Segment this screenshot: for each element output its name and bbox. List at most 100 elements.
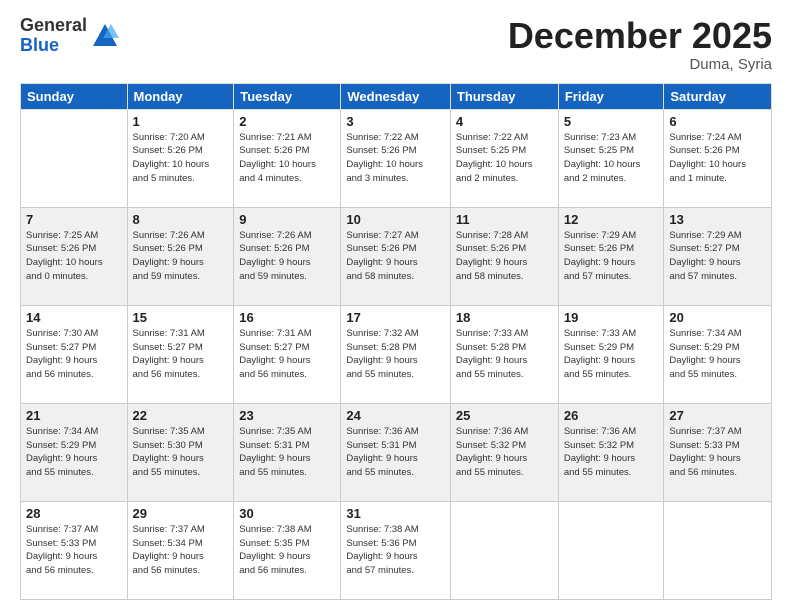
day-detail: Sunrise: 7:25 AMSunset: 5:26 PMDaylight:… bbox=[26, 229, 122, 284]
calendar-cell: 14 Sunrise: 7:30 AMSunset: 5:27 PMDayligh… bbox=[21, 305, 128, 403]
calendar-cell: 10Sunrise: 7:27 AMSunset: 5:26 PMDayligh… bbox=[341, 207, 451, 305]
day-number: 3 bbox=[346, 114, 445, 129]
day-number: 31 bbox=[346, 506, 445, 521]
weekday-header-sunday: Sunday bbox=[21, 83, 128, 109]
calendar-cell: 28 Sunrise: 7:37 AMSunset: 5:33 PMDayligh… bbox=[21, 501, 128, 599]
weekday-header-row: SundayMondayTuesdayWednesdayThursdayFrid… bbox=[21, 83, 772, 109]
day-number: 24 bbox=[346, 408, 445, 423]
day-number: 29 bbox=[133, 506, 229, 521]
header: General Blue December 2025 Duma, Syria bbox=[20, 16, 772, 73]
day-detail: Sunrise: 7:21 AMSunset: 5:26 PMDaylight:… bbox=[239, 131, 335, 186]
calendar-cell: 12Sunrise: 7:29 AMSunset: 5:26 PMDayligh… bbox=[558, 207, 664, 305]
logo: General Blue bbox=[20, 16, 119, 56]
day-detail: Sunrise: 7:31 AMSunset: 5:27 PMDaylight:… bbox=[133, 327, 229, 382]
day-number: 2 bbox=[239, 114, 335, 129]
calendar-cell: 24 Sunrise: 7:36 AMSunset: 5:31 PMDayligh… bbox=[341, 403, 451, 501]
weekday-header-tuesday: Tuesday bbox=[234, 83, 341, 109]
week-row-5: 28 Sunrise: 7:37 AMSunset: 5:33 PMDayligh… bbox=[21, 501, 772, 599]
calendar-cell: 18 Sunrise: 7:33 AMSunset: 5:28 PMDayligh… bbox=[450, 305, 558, 403]
day-detail: Sunrise: 7:27 AMSunset: 5:26 PMDaylight:… bbox=[346, 229, 445, 284]
calendar-cell: 1Sunrise: 7:20 AMSunset: 5:26 PMDaylight… bbox=[127, 109, 234, 207]
week-row-1: 1Sunrise: 7:20 AMSunset: 5:26 PMDaylight… bbox=[21, 109, 772, 207]
day-number: 5 bbox=[564, 114, 659, 129]
calendar-cell: 20 Sunrise: 7:34 AMSunset: 5:29 PMDayligh… bbox=[664, 305, 772, 403]
day-detail: Sunrise: 7:38 AMSunset: 5:35 PMDaylight:… bbox=[239, 523, 335, 578]
calendar-cell: 25 Sunrise: 7:36 AMSunset: 5:32 PMDayligh… bbox=[450, 403, 558, 501]
calendar-cell: 15 Sunrise: 7:31 AMSunset: 5:27 PMDayligh… bbox=[127, 305, 234, 403]
day-number: 18 bbox=[456, 310, 553, 325]
day-number: 19 bbox=[564, 310, 659, 325]
weekday-header-thursday: Thursday bbox=[450, 83, 558, 109]
day-detail: Sunrise: 7:38 AMSunset: 5:36 PMDaylight:… bbox=[346, 523, 445, 578]
day-number: 9 bbox=[239, 212, 335, 227]
day-number: 8 bbox=[133, 212, 229, 227]
calendar-cell: 4Sunrise: 7:22 AMSunset: 5:25 PMDaylight… bbox=[450, 109, 558, 207]
week-row-2: 7 Sunrise: 7:25 AMSunset: 5:26 PMDaylight… bbox=[21, 207, 772, 305]
logo-icon bbox=[91, 22, 119, 50]
location: Duma, Syria bbox=[508, 56, 772, 73]
calendar-cell bbox=[558, 501, 664, 599]
weekday-header-wednesday: Wednesday bbox=[341, 83, 451, 109]
day-number: 16 bbox=[239, 310, 335, 325]
title-block: December 2025 Duma, Syria bbox=[508, 16, 772, 73]
calendar-cell: 5 Sunrise: 7:23 AMSunset: 5:25 PMDaylight… bbox=[558, 109, 664, 207]
week-row-3: 14 Sunrise: 7:30 AMSunset: 5:27 PMDayligh… bbox=[21, 305, 772, 403]
calendar-cell: 13 Sunrise: 7:29 AMSunset: 5:27 PMDayligh… bbox=[664, 207, 772, 305]
weekday-header-saturday: Saturday bbox=[664, 83, 772, 109]
calendar-cell: 29 Sunrise: 7:37 AMSunset: 5:34 PMDayligh… bbox=[127, 501, 234, 599]
day-number: 30 bbox=[239, 506, 335, 521]
weekday-header-monday: Monday bbox=[127, 83, 234, 109]
day-detail: Sunrise: 7:35 AMSunset: 5:30 PMDaylight:… bbox=[133, 425, 229, 480]
calendar-cell: 7 Sunrise: 7:25 AMSunset: 5:26 PMDaylight… bbox=[21, 207, 128, 305]
calendar-cell bbox=[21, 109, 128, 207]
day-number: 13 bbox=[669, 212, 766, 227]
day-detail: Sunrise: 7:26 AMSunset: 5:26 PMDaylight:… bbox=[133, 229, 229, 284]
day-number: 25 bbox=[456, 408, 553, 423]
calendar-cell: 21Sunrise: 7:34 AMSunset: 5:29 PMDayligh… bbox=[21, 403, 128, 501]
day-detail: Sunrise: 7:23 AMSunset: 5:25 PMDaylight:… bbox=[564, 131, 659, 186]
calendar-cell: 8 Sunrise: 7:26 AMSunset: 5:26 PMDaylight… bbox=[127, 207, 234, 305]
day-number: 28 bbox=[26, 506, 122, 521]
calendar-cell: 31 Sunrise: 7:38 AMSunset: 5:36 PMDayligh… bbox=[341, 501, 451, 599]
logo-blue: Blue bbox=[20, 36, 87, 56]
day-detail: Sunrise: 7:24 AMSunset: 5:26 PMDaylight:… bbox=[669, 131, 766, 186]
day-detail: Sunrise: 7:36 AMSunset: 5:32 PMDaylight:… bbox=[456, 425, 553, 480]
day-detail: Sunrise: 7:34 AMSunset: 5:29 PMDaylight:… bbox=[669, 327, 766, 382]
day-detail: Sunrise: 7:29 AMSunset: 5:27 PMDaylight:… bbox=[669, 229, 766, 284]
day-number: 14 bbox=[26, 310, 122, 325]
day-detail: Sunrise: 7:30 AMSunset: 5:27 PMDaylight:… bbox=[26, 327, 122, 382]
day-number: 7 bbox=[26, 212, 122, 227]
day-detail: Sunrise: 7:37 AMSunset: 5:33 PMDaylight:… bbox=[26, 523, 122, 578]
weekday-header-friday: Friday bbox=[558, 83, 664, 109]
day-detail: Sunrise: 7:33 AMSunset: 5:28 PMDaylight:… bbox=[456, 327, 553, 382]
logo-text-block: General Blue bbox=[20, 16, 87, 56]
day-detail: Sunrise: 7:26 AMSunset: 5:26 PMDaylight:… bbox=[239, 229, 335, 284]
day-detail: Sunrise: 7:37 AMSunset: 5:34 PMDaylight:… bbox=[133, 523, 229, 578]
calendar-cell: 23Sunrise: 7:35 AMSunset: 5:31 PMDayligh… bbox=[234, 403, 341, 501]
day-number: 6 bbox=[669, 114, 766, 129]
day-number: 27 bbox=[669, 408, 766, 423]
day-number: 20 bbox=[669, 310, 766, 325]
calendar-table: SundayMondayTuesdayWednesdayThursdayFrid… bbox=[20, 83, 772, 600]
day-number: 11 bbox=[456, 212, 553, 227]
day-number: 15 bbox=[133, 310, 229, 325]
month-title: December 2025 bbox=[508, 16, 772, 56]
day-detail: Sunrise: 7:22 AMSunset: 5:26 PMDaylight:… bbox=[346, 131, 445, 186]
day-number: 17 bbox=[346, 310, 445, 325]
calendar-cell: 22Sunrise: 7:35 AMSunset: 5:30 PMDayligh… bbox=[127, 403, 234, 501]
calendar-cell: 3 Sunrise: 7:22 AMSunset: 5:26 PMDaylight… bbox=[341, 109, 451, 207]
calendar-cell: 6 Sunrise: 7:24 AMSunset: 5:26 PMDaylight… bbox=[664, 109, 772, 207]
day-detail: Sunrise: 7:32 AMSunset: 5:28 PMDaylight:… bbox=[346, 327, 445, 382]
day-detail: Sunrise: 7:36 AMSunset: 5:32 PMDaylight:… bbox=[564, 425, 659, 480]
day-number: 4 bbox=[456, 114, 553, 129]
day-detail: Sunrise: 7:36 AMSunset: 5:31 PMDaylight:… bbox=[346, 425, 445, 480]
calendar-cell: 17 Sunrise: 7:32 AMSunset: 5:28 PMDayligh… bbox=[341, 305, 451, 403]
day-detail: Sunrise: 7:28 AMSunset: 5:26 PMDaylight:… bbox=[456, 229, 553, 284]
calendar-cell: 30 Sunrise: 7:38 AMSunset: 5:35 PMDayligh… bbox=[234, 501, 341, 599]
calendar-page: General Blue December 2025 Duma, Syria S… bbox=[0, 0, 792, 612]
day-number: 12 bbox=[564, 212, 659, 227]
day-detail: Sunrise: 7:20 AMSunset: 5:26 PMDaylight:… bbox=[133, 131, 229, 186]
logo-general: General bbox=[20, 16, 87, 36]
calendar-cell bbox=[450, 501, 558, 599]
calendar-cell: 2 Sunrise: 7:21 AMSunset: 5:26 PMDaylight… bbox=[234, 109, 341, 207]
